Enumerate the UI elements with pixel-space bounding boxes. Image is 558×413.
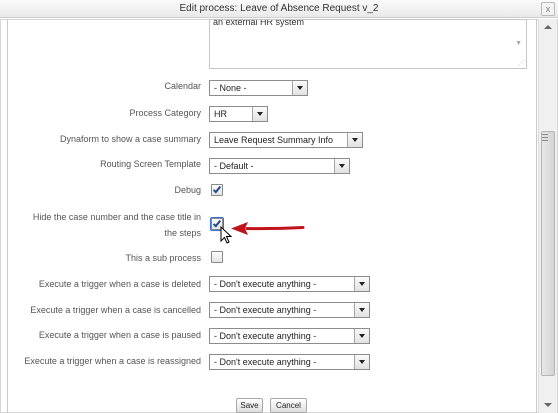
chevron-down-icon xyxy=(347,133,362,147)
trigger-paused-select[interactable]: - Don't execute anything - xyxy=(209,328,370,344)
save-button[interactable]: Save xyxy=(236,398,263,413)
mouse-pointer-icon xyxy=(220,226,232,244)
calendar-label: Calendar xyxy=(164,81,201,91)
routing-template-select[interactable]: - Default - xyxy=(209,158,350,174)
red-arrow-icon xyxy=(231,222,305,235)
hide-case-number-label-line2: the steps xyxy=(164,228,201,238)
sub-process-checkbox[interactable] xyxy=(211,251,223,263)
scroll-down-icon[interactable] xyxy=(539,397,557,413)
trigger-reassigned-select[interactable]: - Don't execute anything - xyxy=(209,354,370,370)
chevron-down-icon xyxy=(354,303,369,317)
close-icon: x xyxy=(545,4,551,14)
trigger-cancelled-select[interactable]: - Don't execute anything - xyxy=(209,302,370,318)
debug-checkbox[interactable] xyxy=(211,184,223,196)
close-button[interactable]: x xyxy=(541,2,555,16)
dynaform-summary-select[interactable]: Leave Request Summary Info xyxy=(209,132,363,148)
vertical-scrollbar[interactable] xyxy=(538,19,557,413)
scroll-up-icon[interactable] xyxy=(539,19,557,35)
debug-label: Debug xyxy=(174,185,201,195)
chevron-down-icon xyxy=(292,81,307,95)
dialog-titlebar: Edit process: Leave of Absence Request v… xyxy=(0,0,558,18)
trigger-reassigned-value: - Don't execute anything - xyxy=(214,357,317,367)
trigger-paused-value: - Don't execute anything - xyxy=(214,331,317,341)
process-category-label: Process Category xyxy=(129,108,201,118)
dynaform-summary-label: Dynaform to show a case summary xyxy=(59,134,201,144)
checkmark-icon xyxy=(212,184,222,194)
scrollbar-thumb[interactable] xyxy=(541,131,555,376)
sub-process-label: This a sub process xyxy=(125,253,201,263)
dialog-title: Edit process: Leave of Absence Request v… xyxy=(179,3,379,14)
scrollbar-grip-icon xyxy=(542,134,548,142)
process-category-select[interactable]: HR xyxy=(209,106,268,122)
trigger-deleted-value: - Don't execute anything - xyxy=(214,279,317,289)
trigger-paused-label: Execute a trigger when a case is paused xyxy=(38,330,201,340)
textarea-scroll-down-icon[interactable]: ▼ xyxy=(515,40,522,47)
chevron-down-icon xyxy=(354,355,369,369)
trigger-cancelled-label: Execute a trigger when a case is cancell… xyxy=(30,305,201,315)
process-category-value: HR xyxy=(214,109,227,119)
dynaform-summary-value: Leave Request Summary Info xyxy=(214,135,334,145)
chevron-down-icon xyxy=(354,329,369,343)
trigger-reassigned-label: Execute a trigger when a case is reassig… xyxy=(24,356,201,366)
routing-template-value: - Default - xyxy=(214,161,254,171)
routing-template-label: Routing Screen Template xyxy=(100,159,201,169)
chevron-down-icon xyxy=(334,159,349,173)
calendar-value: - None - xyxy=(214,83,247,93)
resize-grip-icon[interactable]: ⋰ xyxy=(518,59,525,67)
trigger-deleted-select[interactable]: - Don't execute anything - xyxy=(209,276,370,292)
chevron-down-icon xyxy=(354,277,369,291)
trigger-cancelled-value: - Don't execute anything - xyxy=(214,305,317,315)
chevron-down-icon xyxy=(252,107,267,121)
description-textarea[interactable]: an external HR system ▼ ⋰ xyxy=(209,19,527,69)
cancel-button[interactable]: Cancel xyxy=(270,398,307,413)
hide-case-number-label-line1: Hide the case number and the case title … xyxy=(32,212,201,222)
calendar-select[interactable]: - None - xyxy=(209,80,308,96)
description-text: an external HR system xyxy=(213,19,305,27)
trigger-deleted-label: Execute a trigger when a case is deleted xyxy=(38,279,201,289)
